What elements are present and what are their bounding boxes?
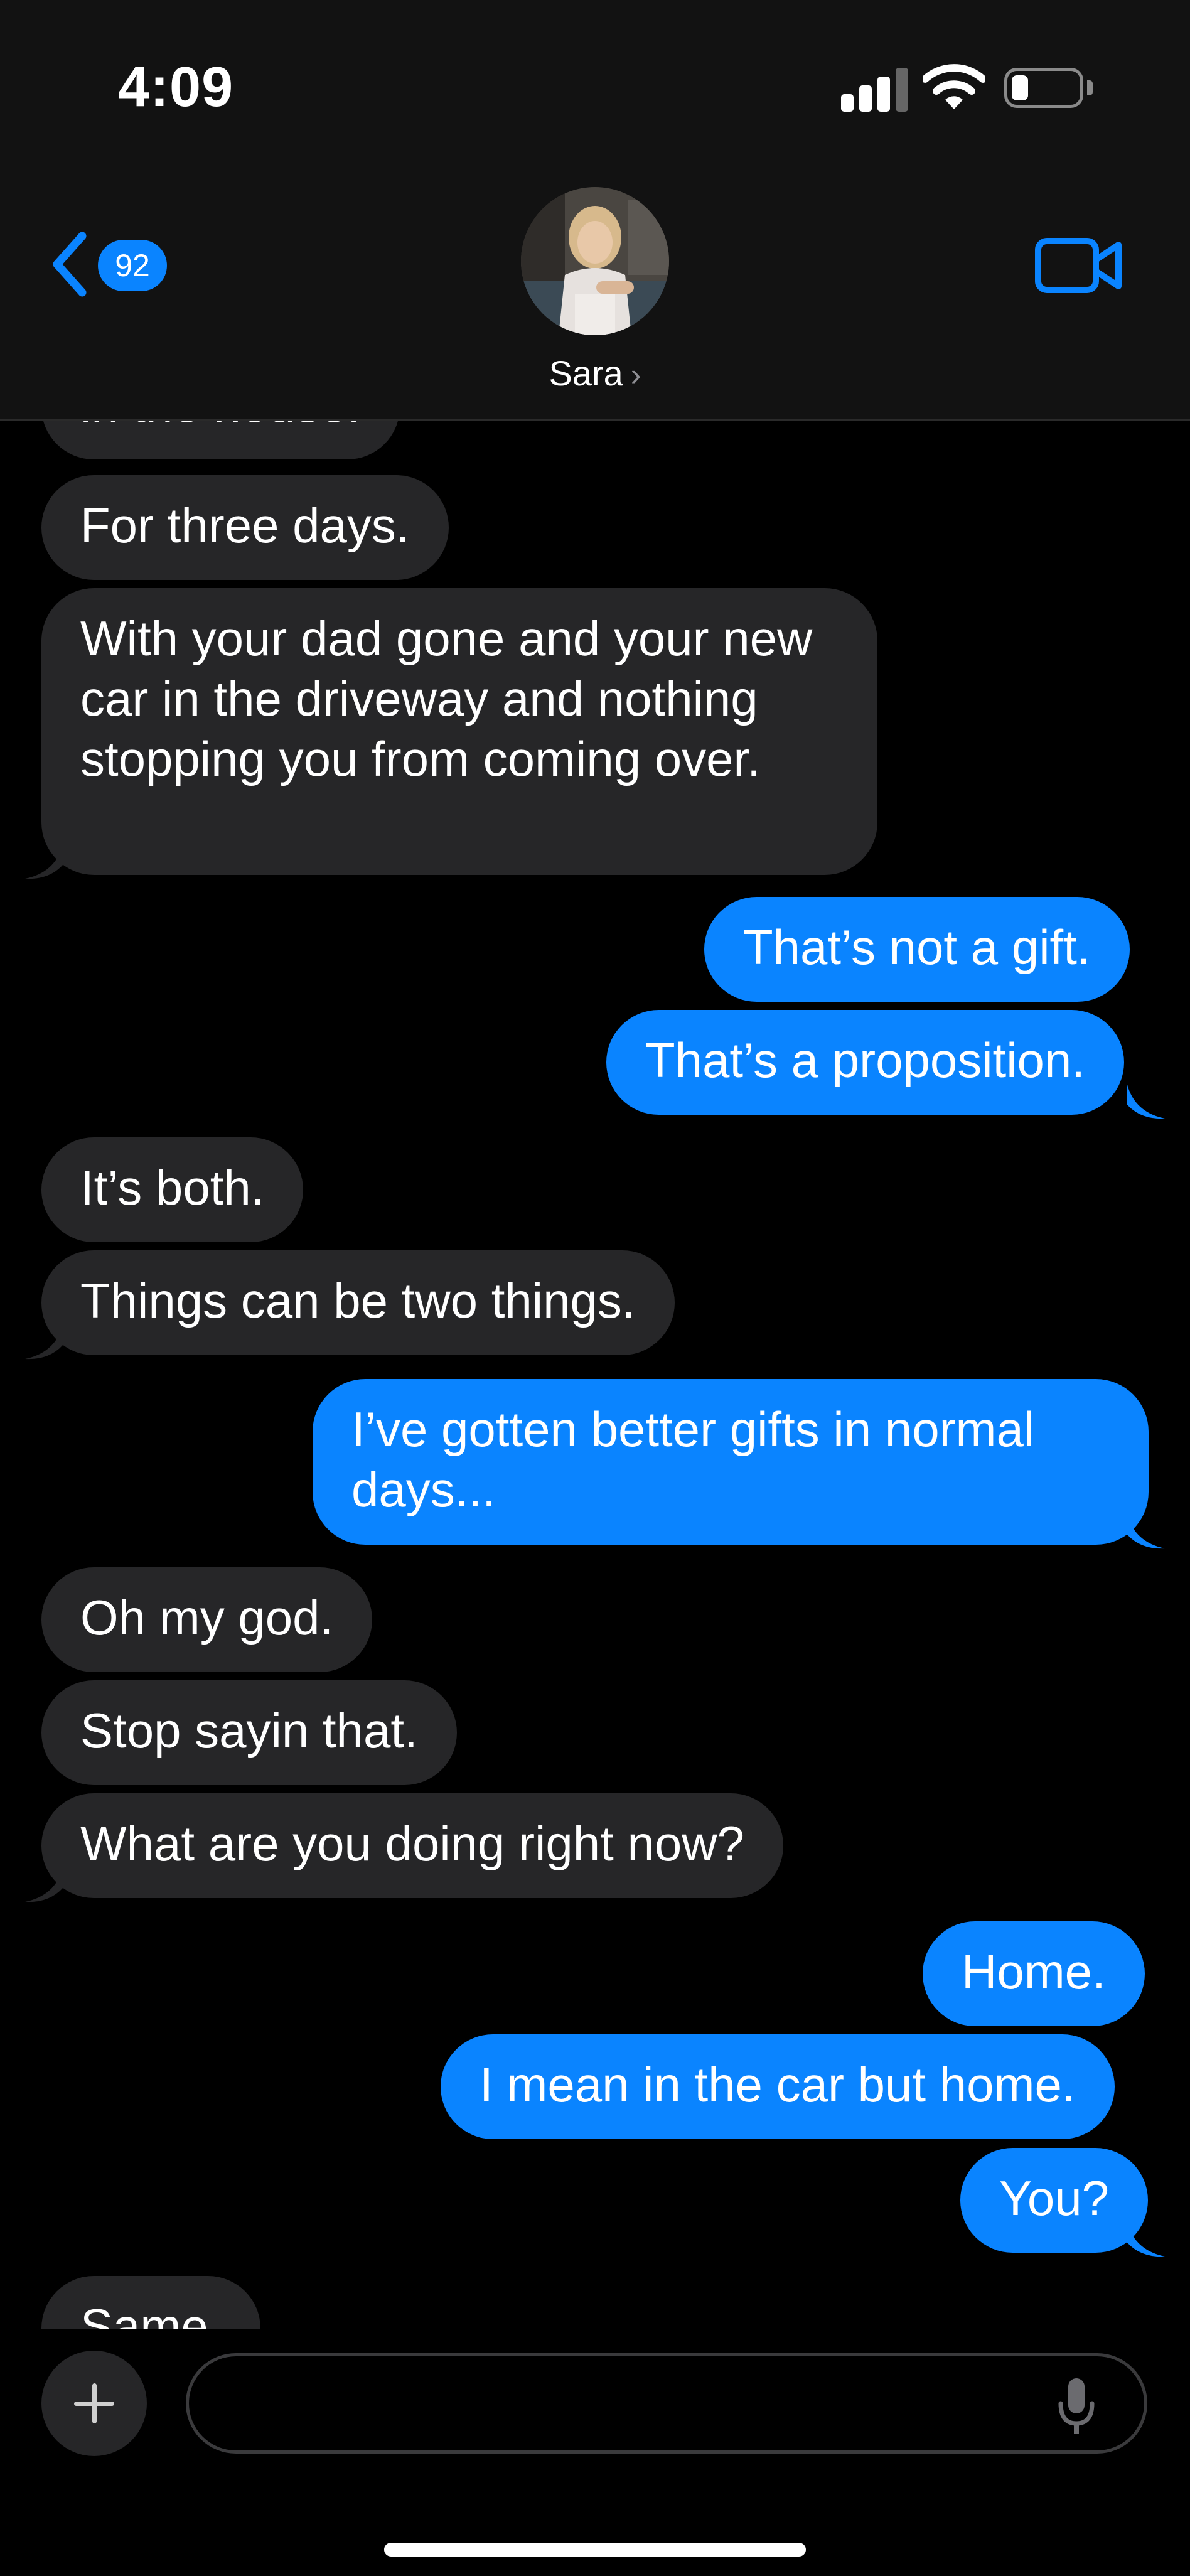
message-bubble-incoming[interactable]: Stop sayin that. [41, 1680, 457, 1785]
message-bubble-outgoing[interactable]: I mean in the car but home. [441, 2034, 1115, 2139]
bubble-tail [1127, 1515, 1165, 1549]
message-bubble-incoming[interactable]: With your dad gone and your new car in t… [41, 588, 877, 875]
message-bubble-incoming[interactable]: It’s both. [41, 1137, 304, 1242]
message-bubble-outgoing[interactable]: Home. [923, 1921, 1145, 2026]
battery-icon [1004, 68, 1083, 108]
message-bubble-incoming[interactable]: in the house. [41, 421, 400, 459]
message-bubble-outgoing[interactable]: I’ve gotten better gifts in normal days.… [313, 1379, 1149, 1545]
bubble-tail [25, 1868, 63, 1902]
bubble-tail [1127, 1085, 1165, 1119]
status-time: 4:09 [118, 56, 234, 119]
message-bubble-outgoing[interactable]: That’s not a gift. [704, 897, 1130, 1002]
message-bubble-outgoing[interactable]: That’s a proposition. [606, 1010, 1124, 1115]
cellular-signal-icon [841, 68, 910, 112]
contact-name[interactable]: Sara › [0, 353, 1190, 394]
contact-avatar[interactable] [521, 187, 669, 335]
microphone-icon[interactable] [1054, 2376, 1098, 2439]
message-thread[interactable]: in the house. For three days. With your … [0, 421, 1190, 2329]
chevron-right-icon: › [630, 357, 641, 392]
conversation-header: 4:09 92 Sara › [0, 0, 1190, 421]
plus-icon[interactable] [41, 2351, 147, 2456]
message-bubble-incoming[interactable]: For three days. [41, 475, 449, 580]
home-indicator [384, 2543, 806, 2557]
wifi-icon [923, 64, 985, 109]
video-call-icon[interactable] [1034, 233, 1123, 296]
bubble-tail [25, 1325, 63, 1360]
message-composer [0, 2329, 1190, 2576]
bubble-tail [25, 845, 63, 879]
message-bubble-incoming[interactable]: Oh my god. [41, 1567, 373, 1672]
message-bubble-outgoing[interactable]: You? [960, 2148, 1149, 2253]
message-bubble-incoming[interactable]: Same. [41, 2276, 261, 2329]
back-chevron-icon[interactable] [48, 230, 92, 299]
bubble-tail [1127, 2223, 1165, 2257]
message-input[interactable] [186, 2353, 1147, 2454]
message-bubble-incoming[interactable]: Things can be two things. [41, 1250, 675, 1355]
message-bubble-incoming[interactable]: What are you doing right now? [41, 1793, 783, 1898]
unread-count-badge[interactable]: 92 [98, 240, 167, 291]
